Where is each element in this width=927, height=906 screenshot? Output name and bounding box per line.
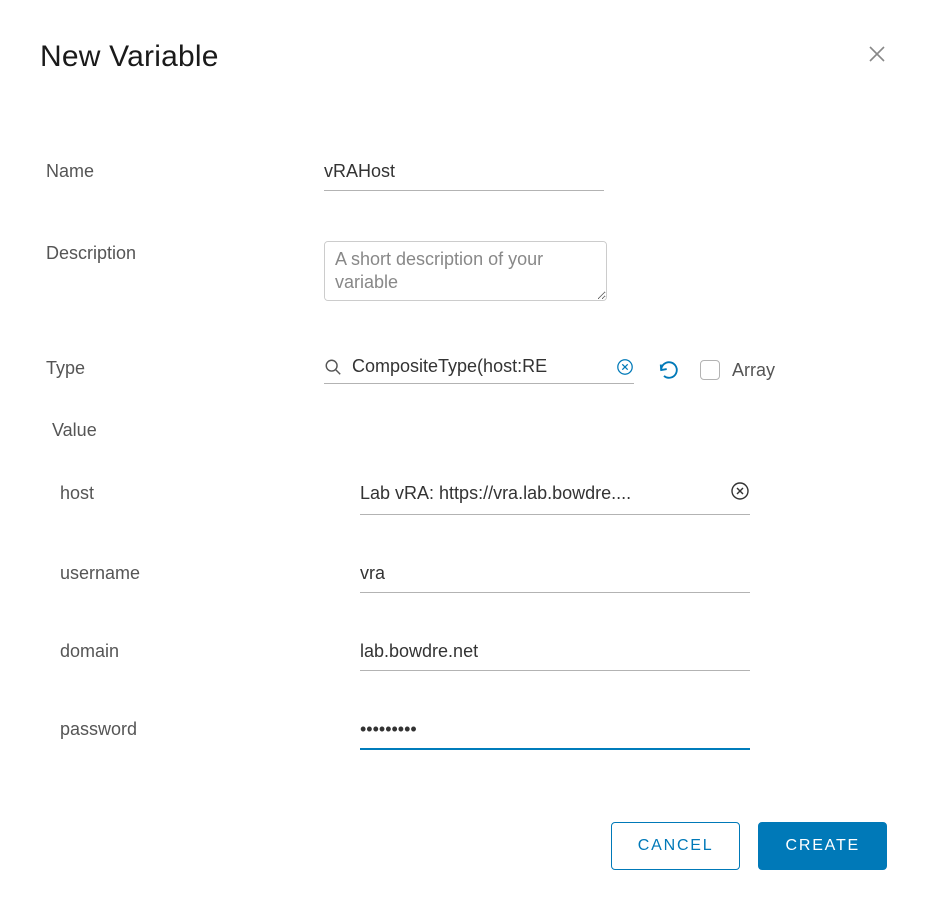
type-label: Type bbox=[46, 358, 85, 378]
close-icon[interactable] bbox=[867, 40, 887, 64]
refresh-icon[interactable] bbox=[658, 359, 680, 381]
search-icon[interactable] bbox=[324, 358, 342, 376]
new-variable-dialog: New Variable Name Description bbox=[0, 0, 927, 750]
domain-input[interactable] bbox=[360, 639, 750, 671]
name-input[interactable] bbox=[324, 159, 604, 191]
array-label: Array bbox=[732, 360, 775, 381]
array-checkbox[interactable] bbox=[700, 360, 720, 380]
username-input[interactable] bbox=[360, 561, 750, 593]
clear-host-icon[interactable] bbox=[730, 481, 750, 506]
type-input[interactable] bbox=[346, 356, 616, 377]
password-label: password bbox=[60, 719, 137, 739]
description-label: Description bbox=[46, 243, 136, 263]
dialog-footer: CANCEL CREATE bbox=[611, 822, 887, 870]
form: Name Description Type bbox=[40, 159, 887, 750]
description-input[interactable] bbox=[324, 241, 607, 301]
create-button[interactable]: CREATE bbox=[758, 822, 887, 870]
username-label: username bbox=[60, 563, 140, 583]
cancel-button[interactable]: CANCEL bbox=[611, 822, 741, 870]
dialog-title: New Variable bbox=[40, 40, 219, 74]
type-input-container bbox=[324, 356, 634, 384]
host-label: host bbox=[60, 483, 94, 503]
password-input[interactable] bbox=[360, 717, 750, 750]
domain-label: domain bbox=[60, 641, 119, 661]
host-value: Lab vRA: https://vra.lab.bowdre.... bbox=[360, 483, 730, 504]
clear-type-icon[interactable] bbox=[616, 358, 634, 376]
name-label: Name bbox=[46, 161, 94, 181]
host-input-container[interactable]: Lab vRA: https://vra.lab.bowdre.... bbox=[360, 481, 750, 515]
value-section-label: Value bbox=[46, 420, 887, 441]
